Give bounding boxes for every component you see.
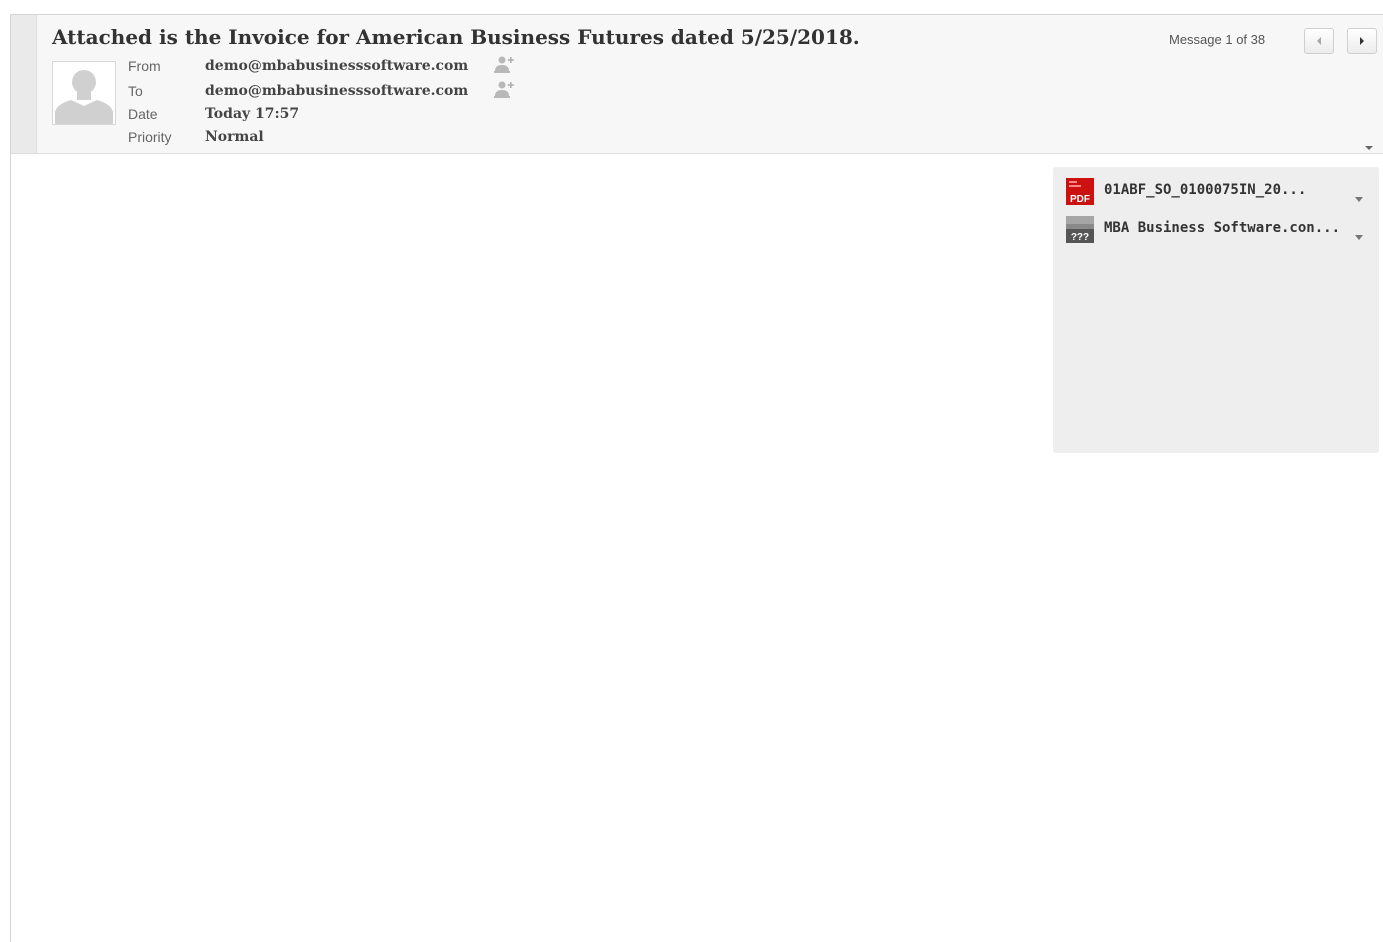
priority-label: Priority [128,129,172,145]
chevron-down-icon [1355,235,1363,240]
header-side-bar [11,15,37,153]
attachment-name[interactable]: 01ABF_SO_0100075IN_20... [1104,182,1306,198]
pdf-icon-text: PDF [1070,194,1090,205]
add-contact-icon[interactable] [492,80,516,100]
date-value: Today 17:57 [205,106,300,122]
chevron-down-icon [1355,197,1363,202]
unknown-file-icon: ??? [1065,216,1095,244]
priority-value: Normal [205,129,264,145]
add-contact-icon[interactable] [492,55,516,75]
chevron-left-icon [1317,37,1321,45]
sender-avatar [52,61,116,125]
message-subject: Attached is the Invoice for American Bus… [52,25,860,49]
date-label: Date [128,106,158,122]
chevron-down-icon [1365,146,1373,150]
attachment-menu-button[interactable] [1354,188,1364,202]
attachment-item[interactable]: PDF 01ABF_SO_0100075IN_20... [1065,178,1371,206]
next-message-button[interactable] [1347,28,1377,54]
attachment-item[interactable]: ??? MBA Business Software.con... [1065,216,1371,244]
expand-header-button[interactable] [1364,137,1374,150]
unknown-icon-text: ??? [1071,232,1089,243]
previous-message-button[interactable] [1304,28,1334,54]
to-label: To [128,83,143,99]
attachment-name[interactable]: MBA Business Software.con... [1104,220,1340,236]
attachments-panel: PDF 01ABF_SO_0100075IN_20... ??? MBA Bus… [1053,167,1379,453]
message-counter: Message 1 of 38 [1169,32,1266,47]
from-address[interactable]: demo@mbabusinesssoftware.com [205,58,468,74]
pdf-icon: PDF [1065,178,1095,206]
message-view: Attached is the Invoice for American Bus… [10,14,1383,942]
attachment-menu-button[interactable] [1354,226,1364,240]
from-label: From [128,58,161,74]
message-header: Attached is the Invoice for American Bus… [11,15,1383,154]
chevron-right-icon [1360,37,1364,45]
to-address[interactable]: demo@mbabusinesssoftware.com [205,83,468,99]
